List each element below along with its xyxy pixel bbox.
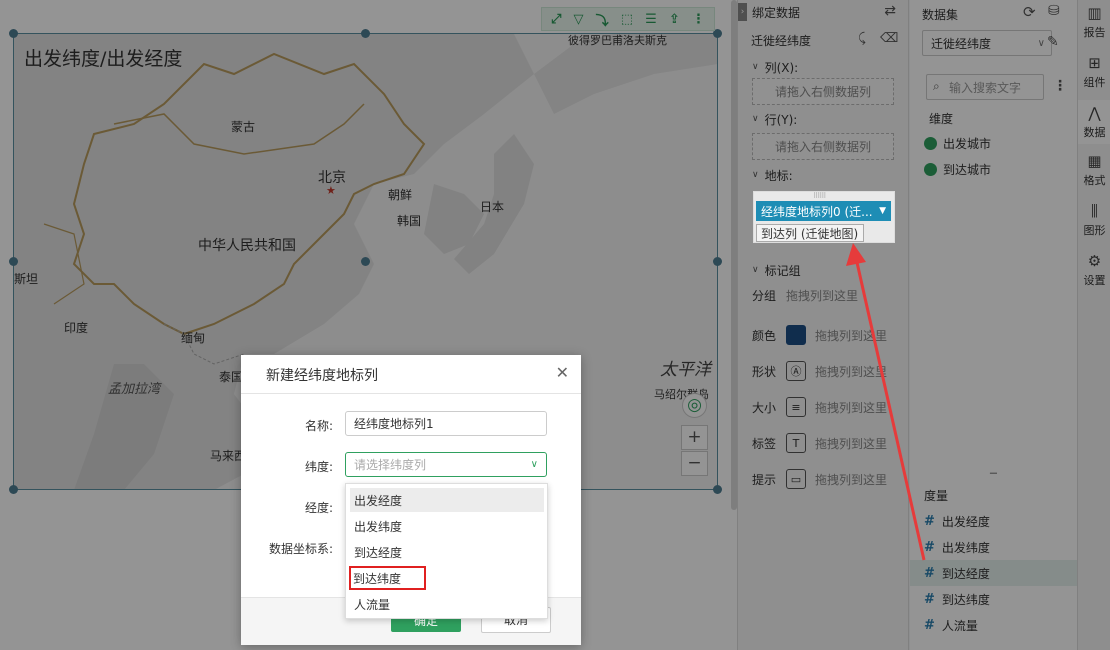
annotation-arrow xyxy=(846,243,926,561)
